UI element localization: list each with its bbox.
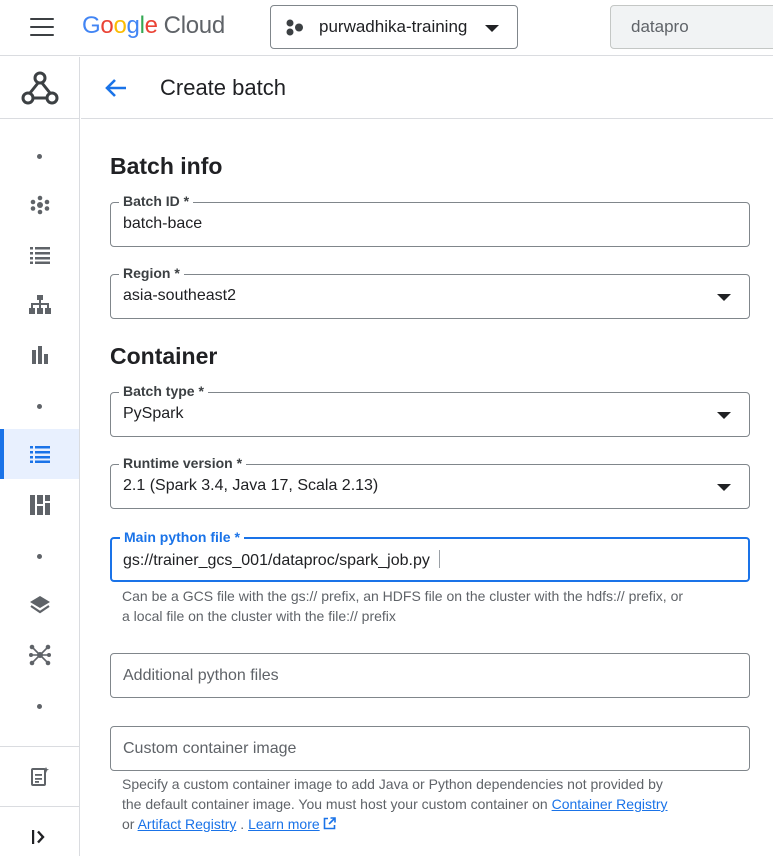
- custom-container-image-hint: Specify a custom container image to add …: [122, 774, 732, 834]
- main-python-file-input[interactable]: Main python file * gs://trainer_gcs_001/…: [110, 529, 750, 582]
- layers-icon: [29, 596, 50, 614]
- page-title: Create batch: [160, 75, 286, 100]
- chevron-down-icon: [485, 25, 499, 32]
- rail-item-metrics[interactable]: [0, 330, 79, 380]
- field-value: gs://trainer_gcs_001/dataproc/spark_job.…: [123, 550, 440, 570]
- field-label: Batch ID *: [119, 193, 194, 209]
- field-placeholder: Additional python files: [123, 667, 279, 684]
- dashboard-icon: [29, 495, 50, 515]
- rail-divider: [0, 806, 79, 807]
- rail-item-metastore[interactable]: [0, 580, 79, 630]
- rail-item-dot-1[interactable]: [0, 131, 79, 181]
- logo-letter: G: [82, 12, 101, 39]
- hint-text: or: [122, 816, 138, 832]
- open-in-new-icon: [323, 817, 336, 830]
- rail-item-dot-2[interactable]: [0, 381, 79, 431]
- hint-line: Specify a custom container image to add …: [122, 776, 663, 792]
- rail-item-dot-4[interactable]: [0, 681, 79, 731]
- artifact-registry-link[interactable]: Artifact Registry: [138, 816, 237, 832]
- expand-rail-icon: [31, 830, 45, 844]
- rail-item-batches[interactable]: [0, 429, 79, 479]
- custom-container-image-input[interactable]: Custom container image: [110, 726, 750, 771]
- rail-item-workflows[interactable]: [0, 280, 79, 330]
- batch-type-select[interactable]: Batch type * PySpark: [110, 383, 750, 437]
- logo-letter: g: [126, 12, 140, 39]
- network-icon: [28, 644, 51, 666]
- logo-letter: o: [100, 12, 114, 39]
- field-label: Batch type *: [119, 383, 208, 399]
- dot-icon: [37, 153, 42, 159]
- additional-python-files-input[interactable]: Additional python files: [110, 653, 750, 698]
- hint-line: or Artifact Registry . Learn more: [122, 814, 732, 834]
- field-placeholder: Custom container image: [123, 740, 297, 757]
- section-title-container: Container: [110, 343, 218, 369]
- list-icon: [29, 247, 50, 264]
- main-python-file-hint: Can be a GCS file with the gs:// prefix,…: [122, 586, 732, 626]
- google-cloud-logo[interactable]: Google Cloud: [82, 12, 225, 40]
- field-value: asia-southeast2: [123, 287, 236, 304]
- product-logo[interactable]: [0, 57, 79, 119]
- project-name: purwadhika-training: [319, 17, 468, 36]
- project-picker-button[interactable]: purwadhika-training: [270, 5, 518, 49]
- field-label: Main python file *: [120, 529, 244, 545]
- rail-item-release-notes[interactable]: [0, 752, 79, 802]
- logo-letter: e: [144, 12, 158, 39]
- section-title-batch-info: Batch info: [110, 153, 223, 179]
- rail-item-network[interactable]: [0, 630, 79, 680]
- dropdown-arrow-icon: [717, 294, 731, 301]
- field-label: Runtime version *: [119, 455, 247, 471]
- learn-more-label: Learn more: [248, 816, 320, 832]
- search-input[interactable]: [610, 5, 773, 49]
- hint-line: the default container image. You must ho…: [122, 794, 732, 814]
- dropdown-arrow-icon: [717, 412, 731, 419]
- field-label: Region *: [119, 265, 184, 281]
- hint-text: the default container image. You must ho…: [122, 796, 552, 812]
- logo-product: Cloud: [163, 12, 226, 39]
- bar-chart-icon: [31, 346, 48, 364]
- hierarchy-icon: [28, 295, 51, 314]
- page-header: Create batch: [81, 57, 773, 119]
- rail-item-dashboard[interactable]: [0, 480, 79, 530]
- dot-icon: [37, 403, 42, 409]
- release-notes-icon: [30, 767, 49, 786]
- rail-item-clusters[interactable]: [0, 180, 79, 230]
- region-select[interactable]: Region * asia-southeast2: [110, 265, 750, 319]
- dot-icon: [37, 703, 42, 709]
- dot-icon: [37, 553, 42, 559]
- learn-more-link[interactable]: Learn more: [248, 816, 336, 832]
- project-hub-icon: [286, 19, 303, 36]
- text-cursor: [438, 550, 440, 568]
- batches-list-icon: [29, 446, 50, 463]
- top-app-bar: Google Cloud purwadhika-training: [0, 0, 773, 56]
- hint-line: Can be a GCS file with the gs:// prefix,…: [122, 588, 684, 604]
- field-value: batch-bace: [123, 215, 203, 232]
- hint-line: a local file on the cluster with the fil…: [122, 608, 396, 624]
- cluster-icon: [30, 195, 49, 215]
- container-registry-link[interactable]: Container Registry: [552, 796, 668, 812]
- field-value: PySpark: [123, 405, 184, 422]
- rail-divider: [0, 746, 79, 747]
- field-value: 2.1 (Spark 3.4, Java 17, Scala 2.13): [123, 477, 379, 494]
- main-python-file-value: gs://trainer_gcs_001/dataproc/spark_job.…: [123, 552, 430, 569]
- batch-id-field[interactable]: Batch ID * batch-bace: [110, 193, 750, 247]
- rail-item-jobs[interactable]: [0, 230, 79, 280]
- rail-item-dot-3[interactable]: [0, 531, 79, 581]
- dataproc-logo-icon: [21, 71, 58, 104]
- logo-letter: o: [113, 12, 127, 39]
- dropdown-arrow-icon: [717, 484, 731, 491]
- back-arrow-icon[interactable]: [103, 75, 129, 101]
- expand-rail-button[interactable]: [0, 812, 79, 862]
- hint-text: .: [236, 816, 249, 832]
- hamburger-menu-icon[interactable]: [30, 18, 54, 38]
- runtime-version-select[interactable]: Runtime version * 2.1 (Spark 3.4, Java 1…: [110, 455, 750, 509]
